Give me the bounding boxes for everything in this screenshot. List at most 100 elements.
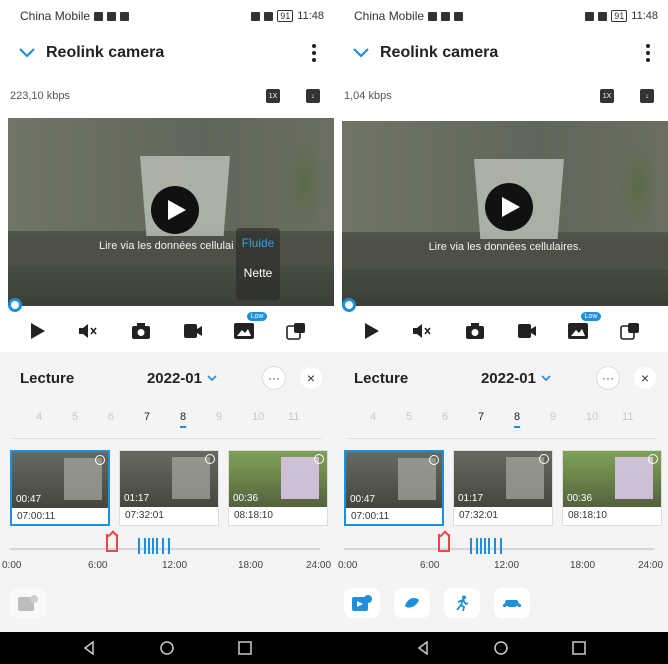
quality-icon[interactable]: Low — [231, 312, 268, 344]
clip-card[interactable]: 00:36 08:18:10 — [562, 450, 662, 526]
download-icon[interactable]: ↓ — [640, 89, 654, 103]
clip-card[interactable]: 00:47 07:00:11 — [10, 450, 110, 526]
more-menu-icon[interactable] — [306, 44, 322, 62]
cellular-message: Lire via les données cellulaires. — [428, 241, 582, 253]
speed-button[interactable]: 1X — [266, 89, 280, 103]
low-badge: Low — [580, 312, 602, 321]
back-icon[interactable] — [416, 641, 430, 655]
tick-label: 0:00 — [2, 560, 22, 571]
clip-card[interactable]: 00:47 07:00:11 — [344, 450, 444, 526]
day-item: 9 — [216, 411, 223, 423]
play-overlay-button[interactable] — [485, 183, 533, 231]
quality-option-nette[interactable]: Nette — [236, 258, 280, 288]
quality-option-fluide[interactable]: Fluide — [236, 228, 280, 258]
play-icon[interactable] — [359, 318, 385, 344]
check-icon — [648, 454, 658, 464]
switch-stream-icon[interactable] — [283, 318, 309, 344]
close-button[interactable]: × — [634, 367, 656, 389]
more-options-button[interactable]: ··· — [262, 366, 286, 390]
more-menu-icon[interactable] — [640, 44, 656, 62]
chevron-down-icon[interactable] — [206, 372, 218, 384]
chevron-down-icon[interactable] — [352, 44, 370, 62]
mute-icon[interactable] — [76, 318, 102, 344]
chevron-down-icon[interactable] — [18, 44, 36, 62]
snapshot-icon[interactable] — [462, 318, 488, 344]
signal-icon — [107, 11, 117, 21]
home-icon[interactable] — [160, 641, 174, 655]
recents-icon[interactable] — [572, 641, 586, 655]
close-button[interactable]: × — [300, 367, 322, 389]
eye-icon — [585, 11, 595, 21]
record-icon[interactable] — [514, 318, 540, 344]
progress-handle[interactable] — [8, 298, 22, 312]
tick-label: 18:00 — [238, 560, 264, 571]
day-item: 4 — [370, 411, 377, 423]
clip-card[interactable]: 01:17 07:32:01 — [119, 450, 219, 526]
day-item-selected[interactable]: 8 — [514, 411, 550, 423]
notification-icon — [120, 11, 130, 21]
switch-stream-icon[interactable] — [617, 318, 643, 344]
person-filter-icon[interactable] — [444, 588, 480, 618]
clip-time: 07:32:01 — [125, 510, 164, 521]
play-icon[interactable] — [25, 318, 51, 344]
record-icon[interactable] — [180, 318, 206, 344]
stream-info: 223,10 kbps 1X ↓ — [0, 74, 334, 118]
clip-list: 00:47 07:00:11 01:17 07:32:01 00:36 08:1… — [344, 450, 662, 526]
screen-left: China Mobile 91 11:48 Reolink camera 223… — [0, 0, 334, 664]
recents-icon[interactable] — [238, 641, 252, 655]
playback-title: Lecture — [20, 369, 75, 387]
playback-title: Lecture — [354, 369, 409, 387]
home-icon[interactable] — [494, 641, 508, 655]
check-icon — [95, 455, 105, 465]
video-player[interactable]: Lire via les données cellulai Fluide Net… — [8, 118, 334, 306]
clip-duration: 00:36 — [567, 493, 593, 504]
timeline-cursor[interactable] — [438, 534, 450, 552]
timeline-cursor[interactable] — [106, 534, 118, 552]
day-item-selected[interactable]: 8 — [180, 411, 216, 423]
chevron-down-icon[interactable] — [540, 372, 552, 384]
day-item: 11 — [288, 411, 300, 423]
clock: 11:48 — [297, 10, 324, 22]
clip-list: 00:47 07:00:11 01:17 07:32:01 00:36 08:1… — [10, 450, 328, 526]
progress-handle[interactable] — [342, 298, 356, 312]
back-icon[interactable] — [82, 641, 96, 655]
eye-icon — [251, 11, 261, 21]
clip-card[interactable]: 01:17 07:32:01 — [453, 450, 553, 526]
mute-icon[interactable] — [410, 318, 436, 344]
tick-label: 12:00 — [494, 560, 520, 571]
day-strip: 4 5 6 7 8 9 10 11 — [334, 404, 668, 430]
day-item: 4 — [36, 411, 43, 423]
tick-label: 0:00 — [338, 560, 358, 571]
filter-bar — [10, 588, 46, 618]
control-toolbar: Low — [0, 310, 334, 352]
video-filter-icon[interactable] — [10, 588, 46, 618]
motion-filter-icon[interactable] — [394, 588, 430, 618]
hd-icon — [94, 11, 104, 21]
play-overlay-button[interactable] — [151, 186, 199, 234]
timeline[interactable] — [344, 534, 654, 560]
video-player[interactable]: Lire via les données cellulaires. — [342, 121, 668, 306]
download-icon[interactable]: ↓ — [306, 89, 320, 103]
status-bar: China Mobile 91 11:48 — [0, 0, 334, 32]
timeline[interactable] — [10, 534, 320, 560]
camera-title: Reolink camera — [380, 44, 499, 61]
speed-button[interactable]: 1X — [600, 89, 614, 103]
snapshot-icon[interactable] — [128, 318, 154, 344]
day-item[interactable]: 7 — [478, 411, 514, 423]
stream-info: 1,04 kbps 1X ↓ — [334, 74, 668, 118]
more-options-button[interactable]: ··· — [596, 366, 620, 390]
month-selector[interactable]: 2022-01 — [147, 370, 202, 387]
android-nav-bar — [0, 632, 334, 664]
day-strip: 4 5 6 7 8 9 10 11 — [0, 404, 334, 430]
month-selector[interactable]: 2022-01 — [481, 370, 536, 387]
hd-icon — [428, 11, 438, 21]
vehicle-filter-icon[interactable] — [494, 588, 530, 618]
quality-icon[interactable]: Low — [565, 312, 602, 344]
check-icon — [314, 454, 324, 464]
clip-card[interactable]: 00:36 08:18:10 — [228, 450, 328, 526]
day-item: 10 — [252, 411, 265, 423]
quality-menu: Fluide Nette — [236, 228, 280, 300]
filter-bar — [344, 588, 530, 618]
video-filter-icon[interactable] — [344, 588, 380, 618]
day-item[interactable]: 7 — [144, 411, 180, 423]
